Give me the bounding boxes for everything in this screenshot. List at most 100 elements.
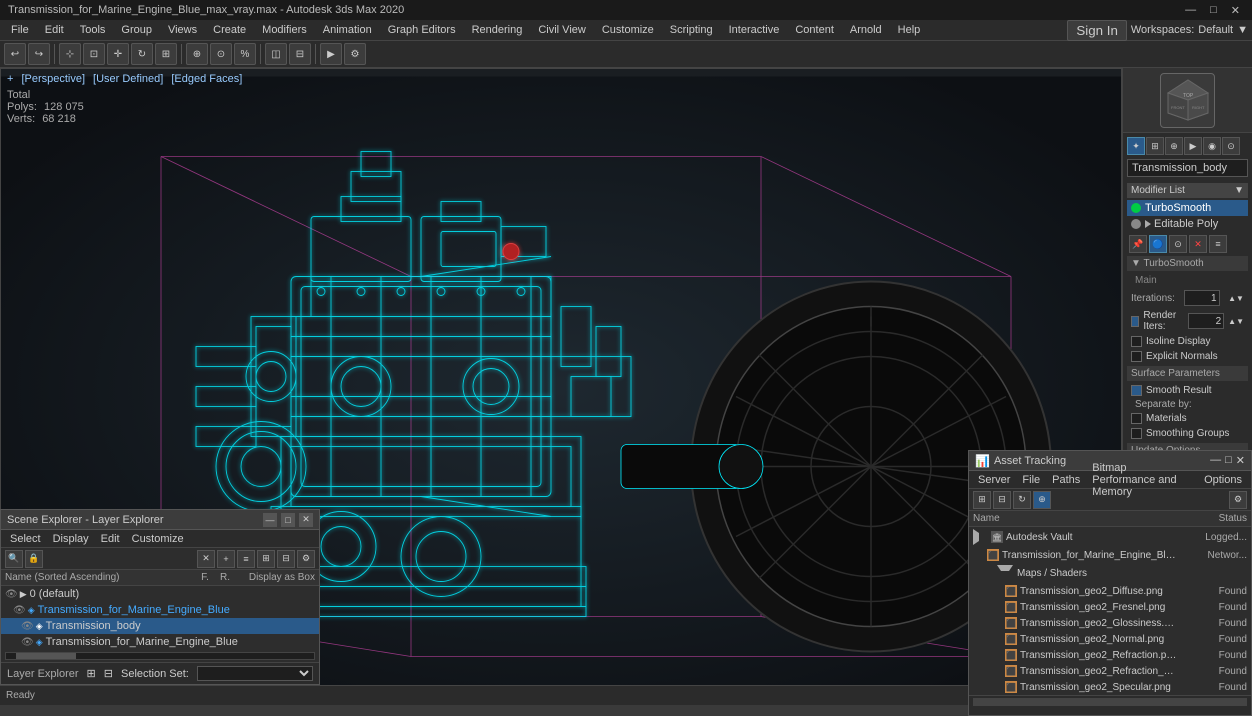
se-objects-btn[interactable]: ⊟ <box>277 550 295 568</box>
at-btn4[interactable]: ⊕ <box>1033 491 1051 509</box>
display-tab[interactable]: ◉ <box>1203 137 1221 155</box>
modifier-list-header[interactable]: Modifier List ▼ <box>1127 183 1248 198</box>
se-options-btn[interactable]: ⚙ <box>297 550 315 568</box>
iterations-spinner[interactable]: ▲▼ <box>1228 294 1244 303</box>
menu-arnold[interactable]: Arnold <box>843 22 889 38</box>
se-close-btn[interactable]: ✕ <box>299 513 313 527</box>
se-row-tbody-eye[interactable]: 👁 <box>21 621 34 632</box>
menu-animation[interactable]: Animation <box>316 22 379 38</box>
angle-snap-btn[interactable]: ⊙ <box>210 43 232 65</box>
at-menu-server[interactable]: Server <box>973 473 1015 487</box>
at-row-refraction-gloss[interactable]: ⬛ Transmission_geo2_Refraction_glossines… <box>969 663 1251 679</box>
modifier-turbosmooth[interactable]: TurboSmooth <box>1127 200 1248 216</box>
se-row-transmission-blue2[interactable]: 👁 ◈ Transmission_for_Marine_Engine_Blue <box>1 634 319 650</box>
se-menu-select[interactable]: Select <box>5 532 46 546</box>
menu-civil-view[interactable]: Civil View <box>531 22 592 38</box>
render-setup-btn[interactable]: ⚙ <box>344 43 366 65</box>
render-btn[interactable]: ▶ <box>320 43 342 65</box>
viewport-cube[interactable]: TOP FRONT RIGHT <box>1160 73 1215 128</box>
se-search-btn[interactable]: 🔍 <box>5 550 23 568</box>
se-row-tb-eye[interactable]: 👁 <box>13 605 26 616</box>
close-btn[interactable]: ✕ <box>1227 4 1244 17</box>
modifier-editable-poly[interactable]: Editable Poly <box>1127 216 1248 232</box>
at-menu-paths[interactable]: Paths <box>1047 473 1085 487</box>
at-menu-bitmap[interactable]: Bitmap Performance and Memory <box>1087 461 1197 499</box>
at-row-diffuse[interactable]: ⬛ Transmission_geo2_Diffuse.png Found <box>969 583 1251 599</box>
show-end-result-btn[interactable]: 🔵 <box>1149 235 1167 253</box>
hierarchy-tab[interactable]: ⊕ <box>1165 137 1183 155</box>
menu-group[interactable]: Group <box>114 22 159 38</box>
object-name-input[interactable] <box>1127 159 1248 177</box>
se-filter-btn[interactable]: ≡ <box>237 550 255 568</box>
at-minimize-btn[interactable]: — <box>1210 454 1221 467</box>
menu-modifiers[interactable]: Modifiers <box>255 22 314 38</box>
at-row-main-file[interactable]: ⬛ Transmission_for_Marine_Engine_Blue_ma… <box>969 547 1251 563</box>
at-close-btn[interactable]: ✕ <box>1236 454 1245 467</box>
se-bottom-icon2[interactable]: ⊟ <box>104 667 113 680</box>
at-row-normal[interactable]: ⬛ Transmission_geo2_Normal.png Found <box>969 631 1251 647</box>
menu-create[interactable]: Create <box>206 22 253 38</box>
maximize-btn[interactable]: □ <box>1206 4 1221 17</box>
configure-sets-btn[interactable]: ≡ <box>1209 235 1227 253</box>
at-btn2[interactable]: ⊟ <box>993 491 1011 509</box>
iterations-input[interactable] <box>1184 290 1220 306</box>
at-row-refraction[interactable]: ⬛ Transmission_geo2_Refraction.png Found <box>969 647 1251 663</box>
se-maximize-btn[interactable]: □ <box>281 513 295 527</box>
render-iters-spinner[interactable]: ▲▼ <box>1228 317 1244 326</box>
menu-graph-editors[interactable]: Graph Editors <box>381 22 463 38</box>
se-layers-btn[interactable]: ⊞ <box>257 550 275 568</box>
se-menu-display[interactable]: Display <box>48 532 94 546</box>
redo-btn[interactable]: ↪ <box>28 43 50 65</box>
se-row-0-default[interactable]: 👁 ▶ 0 (default) <box>1 586 319 602</box>
at-menu-options[interactable]: Options <box>1199 473 1247 487</box>
snap-btn[interactable]: ⊕ <box>186 43 208 65</box>
se-lock-btn[interactable]: 🔒 <box>25 550 43 568</box>
render-iters-input[interactable] <box>1188 313 1224 329</box>
se-menu-customize[interactable]: Customize <box>127 532 189 546</box>
at-maximize-btn[interactable]: □ <box>1225 454 1232 467</box>
align-btn[interactable]: ⊟ <box>289 43 311 65</box>
se-x-btn[interactable]: ✕ <box>197 550 215 568</box>
at-row-specular[interactable]: ⬛ Transmission_geo2_Specular.png Found <box>969 679 1251 695</box>
workspace-dropdown-icon[interactable]: ▼ <box>1237 24 1248 36</box>
menu-edit[interactable]: Edit <box>38 22 71 38</box>
smoothing-groups-checkbox[interactable] <box>1131 428 1142 439</box>
se-row-transmission-blue[interactable]: 👁 ◈ Transmission_for_Marine_Engine_Blue <box>1 602 319 618</box>
at-menu-file[interactable]: File <box>1017 473 1045 487</box>
se-row-tb2-eye[interactable]: 👁 <box>21 637 34 648</box>
menu-help[interactable]: Help <box>891 22 928 38</box>
make-unique-btn[interactable]: ⊙ <box>1169 235 1187 253</box>
modify-tab[interactable]: ⊞ <box>1146 137 1164 155</box>
sign-in-button[interactable]: Sign In <box>1067 20 1127 41</box>
menu-tools[interactable]: Tools <box>73 22 113 38</box>
at-row-fresnel[interactable]: ⬛ Transmission_geo2_Fresnel.png Found <box>969 599 1251 615</box>
menu-views[interactable]: Views <box>161 22 204 38</box>
at-btn5[interactable]: ⚙ <box>1229 491 1247 509</box>
explicit-normals-checkbox[interactable] <box>1131 351 1142 362</box>
menu-rendering[interactable]: Rendering <box>465 22 530 38</box>
smooth-result-checkbox[interactable] <box>1131 385 1142 396</box>
scene-explorer-titlebar[interactable]: Scene Explorer - Layer Explorer — □ ✕ <box>1 510 319 530</box>
at-btn1[interactable]: ⊞ <box>973 491 991 509</box>
menu-file[interactable]: File <box>4 22 36 38</box>
menu-content[interactable]: Content <box>788 22 841 38</box>
se-row-0-eye[interactable]: 👁 <box>5 589 18 600</box>
select-btn[interactable]: ⊹ <box>59 43 81 65</box>
move-btn[interactable]: ✛ <box>107 43 129 65</box>
at-btn3[interactable]: ↻ <box>1013 491 1031 509</box>
at-row-vault[interactable]: 🏛 Autodesk Vault Logged... <box>969 527 1251 547</box>
remove-modifier-btn[interactable]: ✕ <box>1189 235 1207 253</box>
at-row-maps[interactable]: Maps / Shaders <box>969 563 1251 583</box>
se-add-btn[interactable]: + <box>217 550 235 568</box>
menu-scripting[interactable]: Scripting <box>663 22 720 38</box>
se-row-transmission-body[interactable]: 👁 ◈ Transmission_body <box>1 618 319 634</box>
undo-btn[interactable]: ↩ <box>4 43 26 65</box>
percent-snap-btn[interactable]: % <box>234 43 256 65</box>
menu-interactive[interactable]: Interactive <box>722 22 787 38</box>
menu-customize[interactable]: Customize <box>595 22 661 38</box>
rotate-btn[interactable]: ↻ <box>131 43 153 65</box>
materials-checkbox[interactable] <box>1131 413 1142 424</box>
utilities-tab[interactable]: ⊙ <box>1222 137 1240 155</box>
se-menu-edit[interactable]: Edit <box>96 532 125 546</box>
select-region-btn[interactable]: ⊡ <box>83 43 105 65</box>
